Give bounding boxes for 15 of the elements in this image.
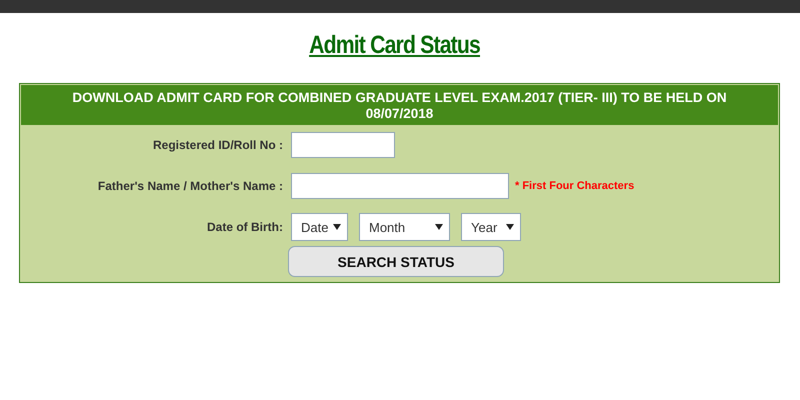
dropdown[interactable]: Date [291, 213, 348, 241]
field-label: Registered ID/Roll No : [152, 138, 284, 152]
input-field[interactable] [291, 132, 395, 158]
hint-text: * First Four Characters [515, 180, 634, 192]
dropdown[interactable]: Year [461, 213, 521, 241]
page-title: Admit Card Status [310, 30, 480, 61]
field-label: Father's Name / Mother's Name : [96, 179, 284, 193]
dropdown[interactable]: Month [359, 213, 450, 241]
field-label: Date of Birth: [206, 220, 284, 234]
search-button[interactable]: SEARCH STATUS [288, 246, 504, 277]
caret-icon [506, 224, 514, 230]
caret-icon [333, 224, 341, 230]
input-field[interactable] [291, 173, 509, 199]
panel-heading: DOWNLOAD ADMIT CARD FOR COMBINED GRADUATE LEVEL EXAM.2017 (TIER- III) TO BE HELD ON 08/07/2018 [21, 85, 778, 125]
caret-icon [435, 224, 443, 230]
